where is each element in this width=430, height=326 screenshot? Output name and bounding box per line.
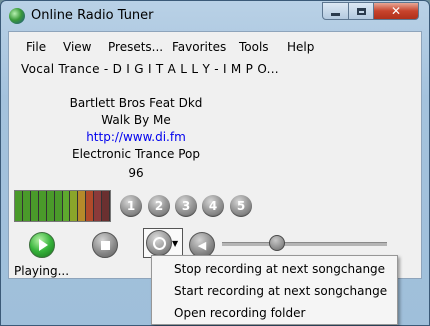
vu-meter-bar	[15, 191, 22, 221]
close-icon: ✕	[390, 4, 402, 18]
record-context-menu: Stop recording at next songchange Start …	[151, 255, 398, 325]
menu-item-stop-recording[interactable]: Stop recording at next songchange	[174, 262, 385, 276]
maximize-button[interactable]	[348, 2, 374, 20]
vu-meter-bar	[86, 191, 94, 221]
track-artist: Bartlett Bros Feat Dkd	[69, 96, 203, 110]
menu-favorites[interactable]: Favorites	[172, 40, 226, 54]
track-title: Walk By Me	[101, 113, 171, 127]
menu-file[interactable]: File	[26, 40, 46, 54]
minimize-icon	[331, 12, 340, 16]
preset-button-1[interactable]: 1	[120, 195, 142, 217]
track-genre: Electronic Trance Pop	[72, 147, 200, 161]
minimize-button[interactable]	[322, 2, 349, 20]
play-button[interactable]	[29, 232, 55, 258]
station-url-link[interactable]: http://www.di.fm	[86, 130, 186, 144]
vu-meter-bar	[46, 191, 54, 221]
menu-item-start-recording[interactable]: Start recording at next songchange	[174, 284, 387, 298]
volume-slider-track[interactable]	[222, 242, 387, 246]
vu-meter-bar	[102, 191, 110, 221]
client-area: File View Presets... Favorites Tools Hel…	[8, 31, 422, 279]
vu-meter-bar	[30, 191, 38, 221]
speaker-icon: ◀	[197, 238, 207, 252]
vu-meter-bar	[94, 191, 102, 221]
window-title: Online Radio Tuner	[31, 8, 154, 23]
vu-meter	[14, 190, 111, 222]
record-button[interactable]	[146, 230, 172, 256]
menu-item-open-recording-folder[interactable]: Open recording folder	[174, 306, 305, 320]
menu-tools[interactable]: Tools	[239, 40, 269, 54]
record-icon	[152, 236, 166, 250]
vu-meter-bar	[22, 191, 30, 221]
vu-meter-bar	[78, 191, 86, 221]
close-button[interactable]: ✕	[373, 2, 419, 20]
vu-meter-bar	[38, 191, 46, 221]
preset-button-5[interactable]: 5	[230, 195, 252, 217]
station-title: Vocal Trance - D I G I T A L L Y - I M P…	[21, 62, 279, 76]
volume-slider-thumb[interactable]	[269, 235, 286, 251]
station-url-row: http://www.di.fm	[9, 130, 263, 144]
preset-button-3[interactable]: 3	[175, 195, 197, 217]
vu-meter-bar	[70, 191, 78, 221]
vu-meter-bar	[54, 191, 62, 221]
menu-bar: File View Presets... Favorites Tools Hel…	[9, 34, 421, 56]
stop-button[interactable]	[92, 232, 118, 258]
status-text: Playing...	[14, 264, 70, 278]
preset-button-4[interactable]: 4	[202, 195, 224, 217]
menu-presets[interactable]: Presets...	[108, 40, 163, 54]
maximize-icon	[356, 7, 366, 15]
stop-icon	[100, 240, 110, 250]
menu-help[interactable]: Help	[287, 40, 314, 54]
record-dropdown-arrow-icon[interactable]: ▼	[172, 239, 178, 248]
menu-view[interactable]: View	[63, 40, 91, 54]
play-icon	[39, 239, 48, 251]
globe-icon	[9, 8, 25, 24]
vu-meter-bar	[62, 191, 70, 221]
title-bar[interactable]: Online Radio Tuner ✕	[1, 1, 429, 31]
track-bitrate: 96	[128, 166, 144, 180]
preset-button-2[interactable]: 2	[148, 195, 170, 217]
